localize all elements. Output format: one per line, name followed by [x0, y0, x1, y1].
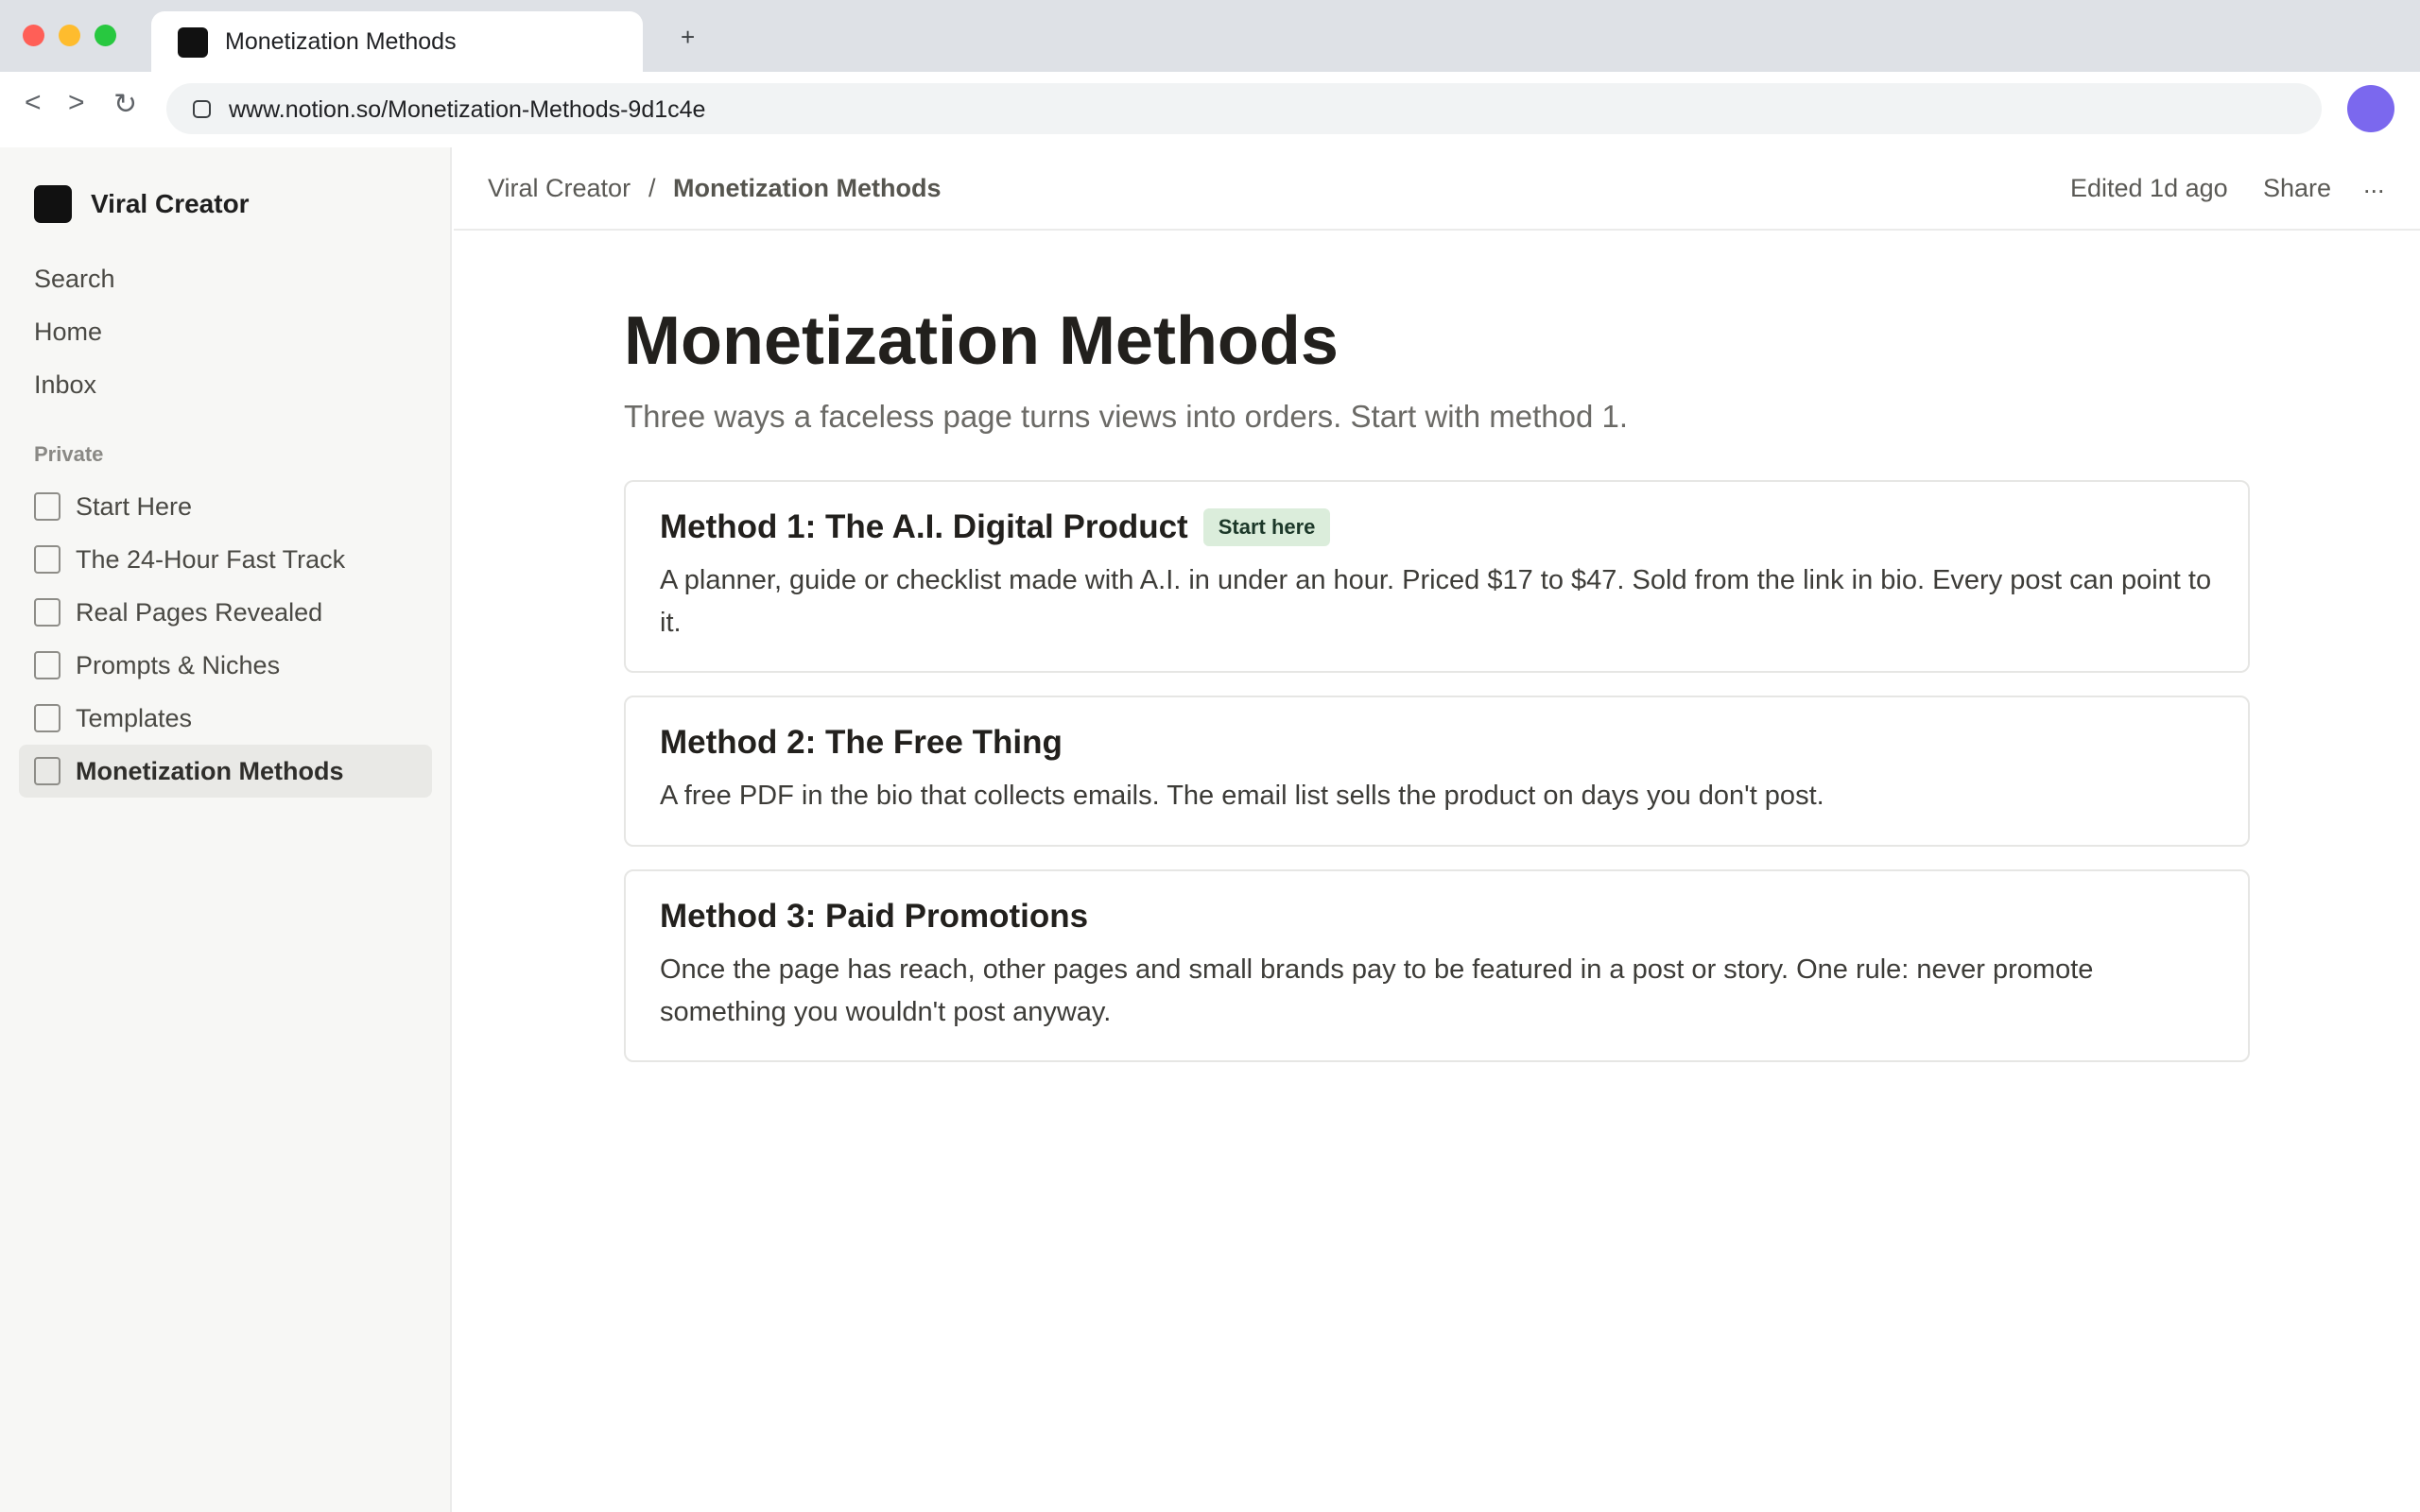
card-title: Method 1: The A.I. Digital Product — [660, 508, 1188, 545]
sidebar-page-label: Real Pages Revealed — [76, 597, 323, 627]
notion-favicon-icon — [178, 27, 208, 58]
forward-button[interactable]: > — [68, 89, 85, 117]
browser-tab-active[interactable]: Monetization Methods — [151, 11, 643, 72]
page-title: Monetization Methods — [624, 303, 1339, 379]
sidebar-item-search[interactable]: Search — [34, 265, 115, 294]
workspace-name: Viral Creator — [91, 189, 250, 218]
card-header: Method 2: The Free Thing — [660, 724, 1063, 762]
share-button[interactable]: Share — [2263, 174, 2331, 203]
start-here-badge: Start here — [1202, 508, 1331, 546]
page-topbar: Viral Creator / Monetization Methods Edi… — [454, 147, 2420, 231]
sidebar-page-real-pages-revealed[interactable]: Real Pages Revealed — [19, 586, 432, 639]
page-icon — [34, 651, 60, 679]
minimize-window-icon[interactable] — [59, 25, 80, 46]
workspace-icon — [34, 185, 72, 223]
back-button[interactable]: < — [25, 89, 42, 117]
sidebar: Viral Creator Search Home Inbox Private … — [0, 147, 452, 1512]
card-title: Method 3: Paid Promotions — [660, 898, 1089, 935]
breadcrumb-separator: / — [648, 174, 656, 202]
sidebar-page-templates[interactable]: Templates — [19, 692, 432, 745]
page-subtitle: Three ways a faceless page turns views i… — [624, 399, 1628, 434]
page-icon — [34, 598, 60, 627]
sidebar-item-home[interactable]: Home — [34, 318, 102, 347]
method-card-2: Method 2: The Free Thing A free PDF in t… — [624, 696, 2250, 847]
new-tab-button[interactable]: + — [681, 25, 695, 49]
page-icon — [34, 757, 60, 785]
sidebar-page-24-hour-fast-track[interactable]: The 24-Hour Fast Track — [19, 533, 432, 586]
page-icon — [34, 492, 60, 521]
browser-toolbar: < > ↻ www.notion.so/Monetization-Methods… — [0, 72, 2420, 147]
address-bar[interactable]: www.notion.so/Monetization-Methods-9d1c4… — [166, 83, 2322, 134]
reload-button[interactable]: ↻ — [113, 91, 137, 119]
breadcrumb-current-page[interactable]: Monetization Methods — [673, 174, 941, 203]
maximize-window-icon[interactable] — [95, 25, 116, 46]
sidebar-page-label: Prompts & Niches — [76, 650, 281, 679]
close-window-icon[interactable] — [23, 25, 44, 46]
site-info-icon[interactable] — [193, 100, 211, 118]
tab-title: Monetization Methods — [225, 28, 457, 55]
url-text[interactable]: www.notion.so/Monetization-Methods-9d1c4… — [229, 96, 705, 124]
browser-tab-strip: Monetization Methods + — [0, 0, 2420, 72]
sidebar-section-private: Private — [34, 442, 104, 466]
breadcrumb-workspace[interactable]: Viral Creator — [488, 174, 631, 203]
card-header: Method 3: Paid Promotions — [660, 898, 1088, 936]
more-options-button[interactable]: ... — [2363, 170, 2385, 199]
card-body: A free PDF in the bio that collects emai… — [660, 781, 1824, 811]
method-card-3: Method 3: Paid Promotions Once the page … — [624, 869, 2250, 1062]
sidebar-page-start-here[interactable]: Start Here — [19, 480, 432, 533]
workspace-switcher[interactable]: Viral Creator — [34, 185, 250, 223]
sidebar-page-monetization-methods[interactable]: Monetization Methods — [19, 745, 432, 798]
edited-timestamp: Edited 1d ago — [2070, 174, 2228, 202]
sidebar-page-label: The 24-Hour Fast Track — [76, 544, 346, 574]
sidebar-page-label: Templates — [76, 703, 193, 732]
card-body: A planner, guide or checklist made with … — [660, 565, 2212, 638]
page-icon — [34, 545, 60, 574]
card-header: Method 1: The A.I. Digital Product Start… — [660, 508, 1331, 546]
sidebar-page-prompts-niches[interactable]: Prompts & Niches — [19, 639, 432, 692]
profile-avatar-icon[interactable] — [2347, 85, 2394, 132]
sidebar-item-inbox[interactable]: Inbox — [34, 370, 96, 400]
sidebar-page-label: Start Here — [76, 491, 193, 521]
card-title: Method 2: The Free Thing — [660, 724, 1063, 761]
sidebar-page-label: Monetization Methods — [76, 756, 344, 785]
card-body: Once the page has reach, other pages and… — [660, 954, 2094, 1027]
page-icon — [34, 704, 60, 732]
method-card-1: Method 1: The A.I. Digital Product Start… — [624, 480, 2250, 673]
